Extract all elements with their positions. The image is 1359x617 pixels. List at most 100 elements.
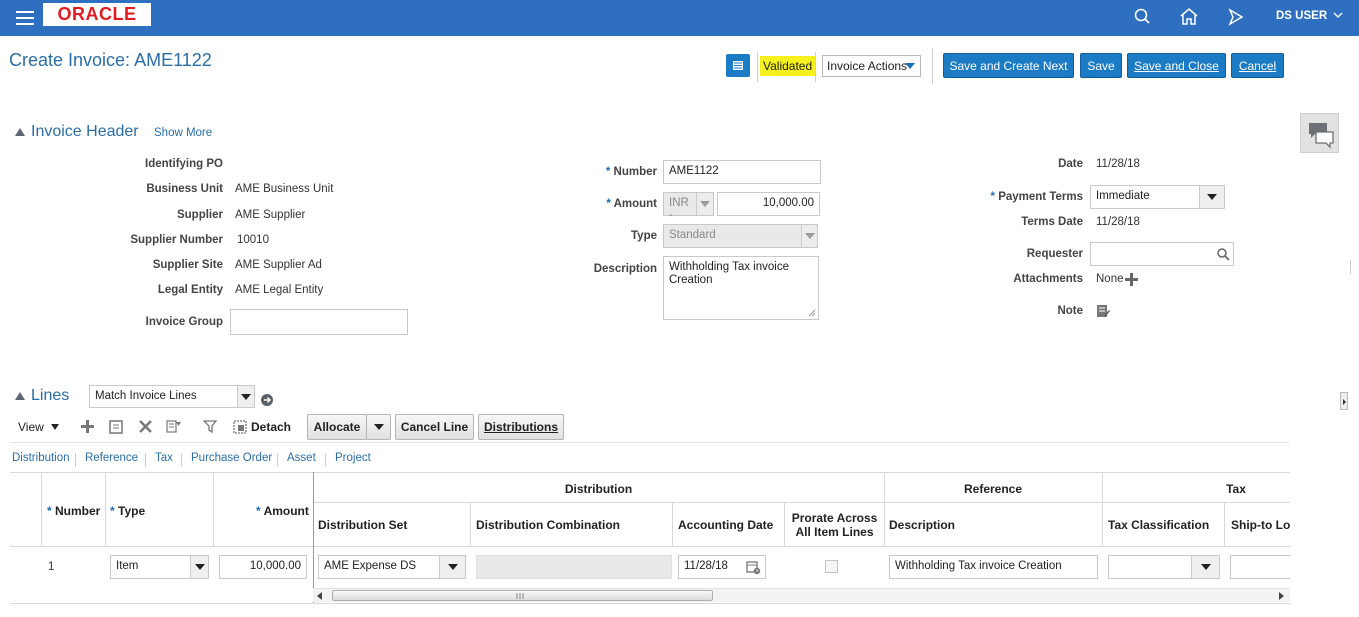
chevron-down-icon xyxy=(805,233,815,239)
go-arrow-icon[interactable] xyxy=(260,393,274,407)
amount-input[interactable]: 10,000.00 xyxy=(717,192,820,216)
calendar-icon[interactable] xyxy=(746,560,761,575)
cancel-line-button[interactable]: Cancel Line xyxy=(395,414,474,440)
currency-dropdown-button[interactable] xyxy=(696,193,713,215)
distributions-button[interactable]: Distributions xyxy=(478,414,564,440)
save-and-create-next-button[interactable]: Save and Create Next xyxy=(943,53,1074,78)
navigator-icon[interactable] xyxy=(1225,6,1247,28)
invoice-number-input[interactable]: AME1122 xyxy=(663,160,821,184)
column-header-description[interactable]: Description xyxy=(889,518,955,532)
horizontal-scrollbar[interactable] xyxy=(313,588,1290,602)
column-header-accounting-date[interactable]: Accounting Date xyxy=(678,518,773,532)
table-border xyxy=(313,502,1290,503)
tab-project[interactable]: Project xyxy=(335,452,371,464)
column-header-prorate: Prorate Across All Item Lines xyxy=(785,511,884,539)
query-by-example-icon[interactable] xyxy=(166,419,182,434)
invoice-header-title: Invoice Header xyxy=(31,123,139,140)
edit-icon[interactable] xyxy=(109,420,123,434)
prorate-checkbox[interactable] xyxy=(825,560,838,573)
tab-purchase-order[interactable]: Purchase Order xyxy=(191,452,272,464)
scroll-left-icon[interactable] xyxy=(317,592,323,600)
dropdown-arrow-icon xyxy=(905,63,915,69)
panel-toggle-button[interactable] xyxy=(726,54,750,77)
invoice-actions-label: Invoice Actions xyxy=(827,59,908,73)
line-number-cell: 1 xyxy=(48,561,55,573)
tab-distribution[interactable]: Distribution xyxy=(12,452,70,464)
supplier-number-label: Supplier Number xyxy=(130,234,223,246)
column-header-distribution-set[interactable]: Distribution Set xyxy=(318,518,407,532)
distribution-set-dropdown-button[interactable] xyxy=(439,556,465,578)
expand-right-handle[interactable] xyxy=(1340,392,1348,410)
line-type-dropdown-button[interactable] xyxy=(190,556,208,578)
delete-icon[interactable] xyxy=(139,420,152,433)
table-border xyxy=(105,472,106,546)
divider xyxy=(10,442,1290,443)
cancel-button[interactable]: Cancel xyxy=(1231,53,1284,78)
terms-date-value: 11/28/18 xyxy=(1096,216,1140,228)
business-unit-label: Business Unit xyxy=(146,183,223,195)
freeze-icon[interactable] xyxy=(203,419,219,434)
requester-input[interactable] xyxy=(1090,242,1234,266)
tab-reference[interactable]: Reference xyxy=(85,452,138,464)
supplier-site-value: AME Supplier Ad xyxy=(235,259,322,271)
home-icon[interactable] xyxy=(1178,6,1200,28)
ship-to-location-input[interactable] xyxy=(1230,555,1290,579)
chevron-down-icon xyxy=(241,394,251,400)
description-textarea[interactable]: Withholding Tax invoice Creation xyxy=(663,256,819,320)
column-header-tax-classification[interactable]: Tax Classification xyxy=(1108,518,1209,532)
scrollbar-thumb[interactable] xyxy=(332,590,713,601)
save-and-close-button[interactable]: Save and Close xyxy=(1127,53,1226,78)
identifying-po-label: Identifying PO xyxy=(145,158,223,170)
view-menu[interactable]: View xyxy=(18,420,60,434)
prorate-header-line1: Prorate Across xyxy=(791,511,878,525)
table-border xyxy=(1224,502,1225,546)
menu-icon[interactable] xyxy=(16,11,34,25)
search-icon[interactable] xyxy=(1132,6,1154,28)
chat-bubbles-icon xyxy=(1309,123,1334,149)
column-header-distribution-combination[interactable]: Distribution Combination xyxy=(476,518,620,532)
supplier-site-label: Supplier Site xyxy=(152,259,223,271)
match-dropdown-button[interactable] xyxy=(237,386,254,407)
add-icon[interactable] xyxy=(81,420,94,433)
edit-note-icon[interactable] xyxy=(1096,304,1110,318)
currency-value: INR - xyxy=(669,197,689,221)
payment-terms-dropdown-button[interactable] xyxy=(1199,186,1224,208)
table-border xyxy=(10,472,1290,473)
type-dropdown-button[interactable] xyxy=(801,225,817,247)
invoice-group-input[interactable] xyxy=(230,309,408,335)
add-attachment-icon[interactable] xyxy=(1125,273,1138,286)
payment-terms-label: * Payment Terms xyxy=(990,191,1083,203)
chevron-down-icon xyxy=(1207,194,1217,200)
allocate-dropdown-button[interactable] xyxy=(366,414,391,440)
detach-button[interactable]: Detach xyxy=(251,420,291,434)
tax-classification-dropdown-button[interactable] xyxy=(1191,556,1219,578)
column-header-ship-to[interactable]: Ship-to Loc xyxy=(1231,518,1290,532)
user-menu[interactable]: DS USER xyxy=(1276,10,1343,22)
match-invoice-lines-select[interactable]: Match Invoice Lines xyxy=(89,385,255,408)
column-header-amount: * Amount xyxy=(256,504,309,518)
terms-date-label: Terms Date xyxy=(1021,216,1083,228)
oracle-logo[interactable]: ORACLE xyxy=(43,3,151,26)
line-amount-input[interactable]: 10,000.00 xyxy=(219,555,307,579)
feedback-panel-button[interactable] xyxy=(1300,113,1339,153)
type-select[interactable]: Standard xyxy=(663,224,818,248)
distribution-combination-input[interactable] xyxy=(476,555,672,579)
scroll-right-icon[interactable] xyxy=(1279,592,1285,600)
show-more-link[interactable]: Show More xyxy=(154,127,212,139)
validation-status: Validated xyxy=(760,56,816,76)
table-border xyxy=(213,472,214,546)
collapse-triangle-icon[interactable] xyxy=(14,391,26,401)
allocate-button[interactable]: Allocate xyxy=(307,414,367,440)
resize-grip-icon[interactable] xyxy=(806,307,816,317)
tab-tax[interactable]: Tax xyxy=(155,452,173,464)
invoice-actions-menu[interactable]: Invoice Actions xyxy=(822,55,921,77)
save-button[interactable]: Save xyxy=(1080,53,1122,78)
view-label: View xyxy=(18,420,44,434)
search-icon[interactable] xyxy=(1216,247,1230,261)
collapse-triangle-icon[interactable] xyxy=(14,127,26,137)
attachments-value: None xyxy=(1096,273,1124,285)
tab-asset[interactable]: Asset xyxy=(287,452,316,464)
line-description-input[interactable]: Withholding Tax invoice Creation xyxy=(889,555,1098,579)
table-border xyxy=(41,472,42,546)
detach-icon[interactable] xyxy=(233,420,247,434)
